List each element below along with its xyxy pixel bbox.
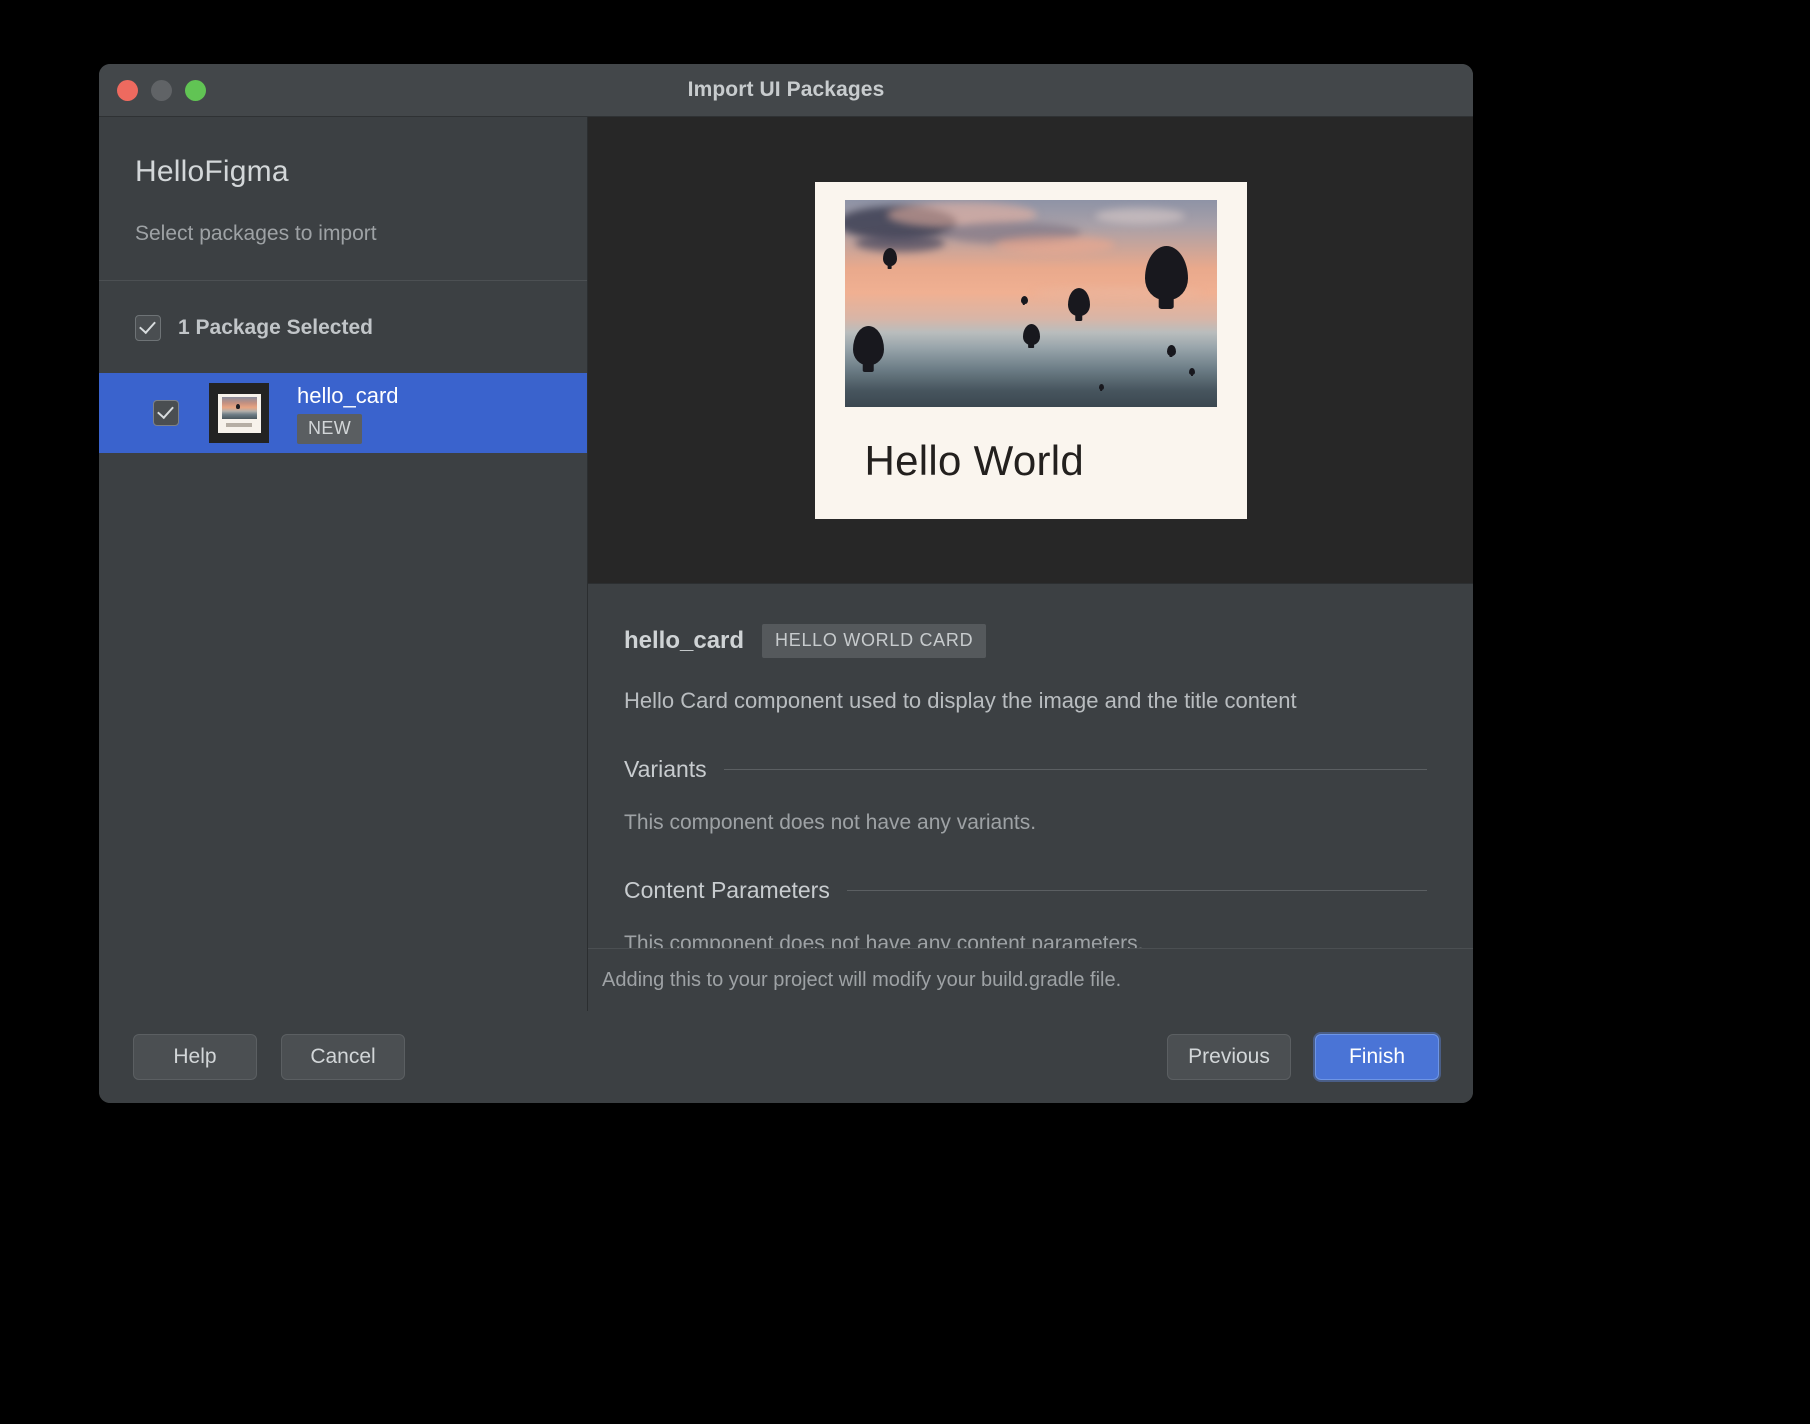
gradle-note-bar: Adding this to your project will modify …	[588, 948, 1473, 1011]
section-divider	[846, 890, 1427, 891]
sidebar-subtitle: Select packages to import	[135, 222, 377, 245]
section-divider	[723, 769, 1427, 770]
balloon-photo	[844, 199, 1217, 407]
preview-card-title: Hello World	[864, 436, 1085, 484]
help-button[interactable]: Help	[133, 1034, 257, 1080]
minimize-window-icon[interactable]	[151, 79, 172, 101]
window-titlebar: Import UI Packages	[99, 64, 1473, 117]
package-list: hello_card NEW	[99, 373, 587, 1011]
select-all-label: 1 Package Selected	[178, 316, 373, 339]
package-checkbox[interactable]	[153, 400, 179, 426]
details-pane: Hello World hello_card HELLO WORLD CARD …	[588, 117, 1473, 1011]
thumbnail-title-bar	[226, 422, 252, 427]
package-meta: hello_card NEW	[297, 383, 399, 444]
component-name: hello_card	[624, 627, 745, 654]
import-ui-packages-window: Import UI Packages HelloFigma Select pac…	[99, 64, 1473, 1103]
component-tag-badge: HELLO WORLD CARD	[762, 624, 987, 658]
select-all-checkbox[interactable]	[135, 315, 161, 341]
section-content-parameters-body: This component does not have any content…	[624, 932, 1144, 948]
hello-card-preview: Hello World	[814, 181, 1247, 519]
traffic-lights	[117, 79, 206, 101]
thumbnail-card-icon	[217, 393, 261, 433]
screen: Import UI Packages HelloFigma Select pac…	[0, 0, 1810, 1424]
component-description: Hello Card component used to display the…	[624, 688, 1297, 713]
section-variants-title: Variants	[624, 756, 707, 782]
window-body: HelloFigma Select packages to import 1 P…	[99, 117, 1473, 1011]
thumbnail-photo	[221, 396, 257, 419]
packages-sidebar: HelloFigma Select packages to import 1 P…	[99, 117, 588, 1011]
cancel-button[interactable]: Cancel	[281, 1034, 405, 1080]
window-title: Import UI Packages	[687, 78, 885, 101]
sidebar-header: HelloFigma Select packages to import	[99, 117, 587, 281]
section-content-parameters-header: Content Parameters	[624, 877, 1427, 904]
package-name: hello_card	[297, 382, 399, 408]
dialog-footer: Help Cancel Previous Finish	[99, 1011, 1473, 1103]
previous-button[interactable]: Previous	[1167, 1034, 1291, 1080]
section-variants-header: Variants	[624, 756, 1427, 783]
component-details: hello_card HELLO WORLD CARD Hello Card c…	[588, 584, 1473, 948]
section-variants-body: This component does not have any variant…	[624, 811, 1037, 834]
package-new-badge: NEW	[297, 413, 363, 444]
close-window-icon[interactable]	[117, 79, 138, 101]
project-title: HelloFigma	[135, 155, 289, 188]
section-content-parameters-title: Content Parameters	[624, 877, 830, 903]
section-variants: Variants This component does not have an…	[624, 756, 1427, 835]
component-header: hello_card HELLO WORLD CARD	[624, 624, 1427, 658]
maximize-window-icon[interactable]	[185, 79, 206, 101]
gradle-note-text: Adding this to your project will modify …	[602, 968, 1122, 991]
section-content-parameters: Content Parameters This component does n…	[624, 877, 1427, 948]
list-item[interactable]: hello_card NEW	[99, 373, 587, 453]
select-all-row[interactable]: 1 Package Selected	[99, 281, 587, 373]
component-preview: Hello World	[588, 117, 1473, 584]
package-thumbnail	[209, 383, 269, 443]
finish-button[interactable]: Finish	[1315, 1034, 1439, 1080]
